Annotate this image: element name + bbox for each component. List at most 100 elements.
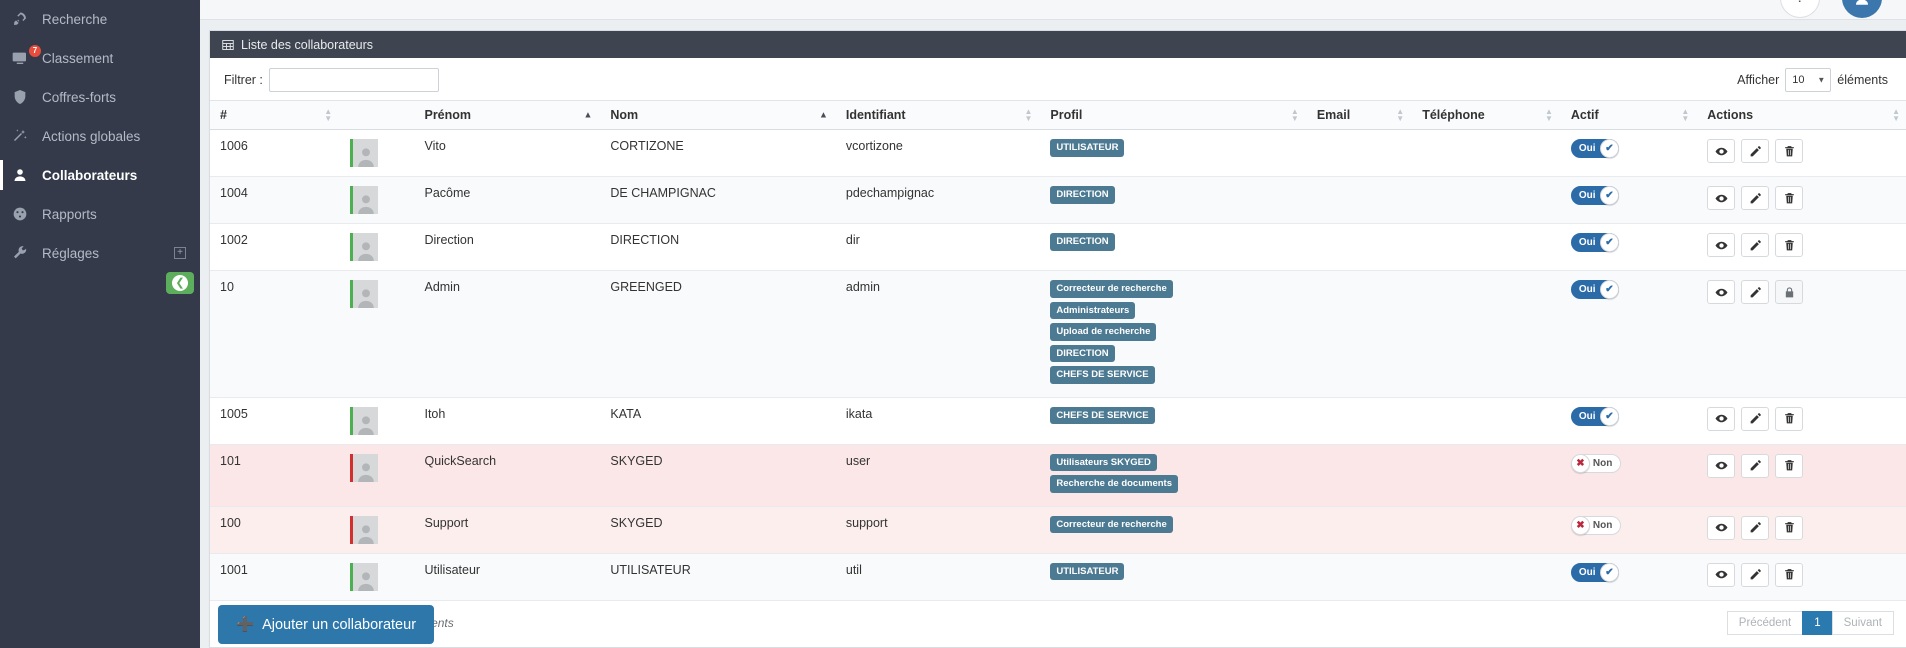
table-row[interactable]: 1005 Itoh KATA ikata CHEFS DE SERVICE Oui ✔	[210, 397, 1906, 445]
profile-chip: DIRECTION	[1050, 344, 1115, 362]
action-pencil-button[interactable]	[1741, 406, 1770, 431]
cell-id: 101	[210, 444, 341, 507]
action-trash-button[interactable]	[1775, 453, 1804, 478]
shield-icon	[12, 89, 42, 105]
pagination-previous[interactable]: Précédent	[1726, 610, 1804, 635]
action-eye-button[interactable]	[1707, 406, 1736, 431]
sidebar-item-r-glages[interactable]: Réglages +	[0, 234, 200, 272]
active-toggle[interactable]: ✖ Non	[1570, 515, 1622, 535]
action-pencil-button[interactable]	[1741, 515, 1770, 540]
action-trash-button[interactable]	[1775, 139, 1804, 163]
sidebar-item-recherche[interactable]: Recherche	[0, 0, 200, 38]
avatar-placeholder-icon	[357, 289, 374, 308]
action-eye-button[interactable]	[1707, 515, 1736, 540]
user-icon	[14, 169, 26, 181]
action-lock-button[interactable]	[1775, 280, 1804, 304]
eye-icon	[1715, 241, 1728, 249]
active-toggle[interactable]: Oui ✔	[1570, 280, 1619, 299]
cell-identifiant: admin	[835, 270, 1041, 398]
action-eye-button[interactable]	[1707, 453, 1736, 478]
table-row[interactable]: 1006 Vito CORTIZONE vcortizone UTILISATEUR …	[210, 129, 1906, 177]
table-row[interactable]: 1004 Pacôme DE CHAMPIGNAC pdechampignac DIR…	[210, 176, 1906, 224]
table-row[interactable]: 101 QuickSearch SKYGED user Utilisateurs SK…	[210, 444, 1906, 507]
cell-actif: Oui ✔	[1560, 270, 1698, 398]
cell-profil: Correcteur de recherche	[1040, 506, 1307, 554]
action-pencil-button[interactable]	[1741, 562, 1770, 587]
action-pencil-button[interactable]	[1741, 233, 1770, 257]
action-trash-button[interactable]	[1775, 515, 1804, 540]
column-header-[interactable]: # ▲ ▼	[210, 100, 341, 130]
filter-input[interactable]	[268, 68, 439, 92]
filter-group: Filtrer :	[224, 68, 439, 92]
table-header-row: # ▲ ▼ Prénom ▲ Nom ▲ Identifiant ▲ ▼ Profil ▲ ▼ Email…	[210, 100, 1906, 130]
table-icon	[222, 39, 234, 50]
cell-prenom: Utilisateur	[414, 553, 601, 601]
sort-both-icon: ▲ ▼	[1024, 107, 1033, 123]
cell-telephone	[1412, 176, 1561, 224]
action-pencil-button[interactable]	[1741, 186, 1770, 210]
help-button[interactable]: ?	[1780, 0, 1820, 18]
column-header-profil[interactable]: Profil ▲ ▼	[1040, 100, 1307, 130]
sidebar-nav: Recherche 7 Classement Coffres-forts Actions…	[0, 0, 200, 272]
cell-prenom: Direction	[414, 223, 601, 271]
column-header-nom[interactable]: Nom ▲	[600, 100, 836, 130]
cross-icon: ✖	[1570, 453, 1590, 473]
sidebar-item-coffres-forts[interactable]: Coffres-forts	[0, 78, 200, 116]
active-toggle[interactable]: Oui ✔	[1570, 233, 1619, 252]
eye-icon	[1715, 194, 1728, 202]
active-toggle[interactable]: Oui ✔	[1570, 186, 1619, 205]
sidebar-item-rapports[interactable]: Rapports	[0, 195, 200, 233]
monitor-icon: 7	[12, 45, 42, 66]
table-row[interactable]: 1001 Utilisateur UTILISATEUR util UTILISATE…	[210, 553, 1906, 601]
action-eye-button[interactable]	[1707, 186, 1736, 210]
table-row[interactable]: 100 Support SKYGED support Correcteur de re…	[210, 506, 1906, 554]
cell-actif: Oui ✔	[1560, 176, 1698, 224]
action-pencil-button[interactable]	[1741, 453, 1770, 478]
action-eye-button[interactable]	[1707, 562, 1736, 587]
table-row[interactable]: 1002 Direction DIRECTION dir DIRECTION Oui …	[210, 223, 1906, 271]
page-length-select[interactable]: 102550100	[1785, 68, 1832, 92]
action-eye-button[interactable]	[1707, 280, 1736, 304]
sidebar-item-label: Rapports	[42, 206, 97, 222]
sidebar-collapse-button[interactable]: ❮	[166, 272, 194, 294]
avatar-placeholder-icon	[357, 571, 374, 591]
sidebar-item-classement[interactable]: 7 Classement	[0, 39, 200, 77]
active-toggle[interactable]: Oui ✔	[1570, 562, 1619, 582]
active-toggle[interactable]: Oui ✔	[1570, 139, 1619, 158]
action-pencil-button[interactable]	[1741, 280, 1770, 304]
active-toggle[interactable]: Oui ✔	[1570, 406, 1619, 426]
action-trash-button[interactable]	[1775, 186, 1804, 210]
action-eye-button[interactable]	[1707, 139, 1736, 163]
action-pencil-button[interactable]	[1741, 139, 1770, 163]
pagination-page-1[interactable]: 1	[1802, 610, 1833, 635]
column-header-email[interactable]: Email ▲ ▼	[1306, 100, 1413, 130]
eye-icon	[1715, 288, 1728, 296]
column-header-avatar[interactable]	[340, 100, 415, 130]
action-trash-button[interactable]	[1775, 406, 1804, 431]
sidebar-item-actions-globales[interactable]: Actions globales	[0, 117, 200, 155]
active-toggle[interactable]: ✖ Non	[1570, 453, 1622, 473]
eye-icon	[1715, 523, 1728, 532]
cell-actions	[1697, 129, 1906, 177]
action-trash-button[interactable]	[1775, 562, 1804, 587]
cell-actif: Oui ✔	[1560, 223, 1698, 271]
trash-icon	[1784, 239, 1794, 250]
cell-profil: UTILISATEUR	[1040, 553, 1307, 601]
pagination: Précédent 1 Suivant	[1726, 610, 1894, 635]
sidebar-item-collaborateurs[interactable]: Collaborateurs	[0, 156, 200, 194]
add-collaborator-button[interactable]: ➕ Ajouter un collaborateur	[218, 605, 435, 644]
action-eye-button[interactable]	[1707, 233, 1736, 257]
column-header-identifiant[interactable]: Identifiant ▲ ▼	[835, 100, 1041, 130]
cell-actions	[1697, 397, 1906, 445]
cell-telephone	[1412, 397, 1561, 445]
column-header-t-l-phone[interactable]: Téléphone ▲ ▼	[1412, 100, 1561, 130]
pagination-next[interactable]: Suivant	[1831, 610, 1894, 635]
column-header-pr-nom[interactable]: Prénom ▲	[414, 100, 601, 130]
expand-plus-icon[interactable]: +	[174, 247, 186, 259]
column-header-actif[interactable]: Actif ▲ ▼	[1560, 100, 1698, 130]
table-row[interactable]: 10 Admin GREENGED admin Correcteur de reche…	[210, 270, 1906, 398]
action-trash-button[interactable]	[1775, 233, 1804, 257]
user-menu-button[interactable]	[1842, 0, 1882, 18]
rocket-icon	[12, 11, 42, 27]
column-header-actions[interactable]: Actions ▲ ▼	[1697, 100, 1906, 130]
